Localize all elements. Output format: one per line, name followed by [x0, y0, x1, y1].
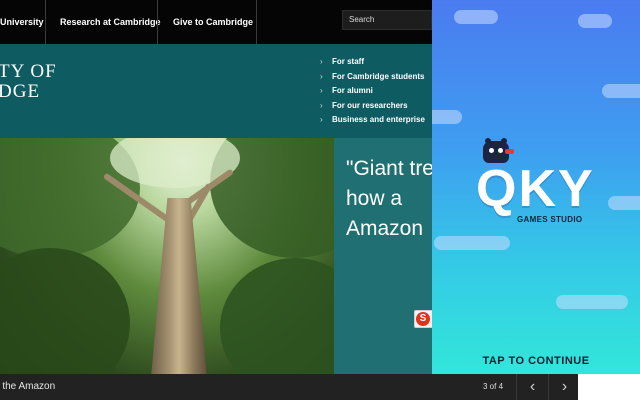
search-input[interactable]: Search	[342, 10, 432, 30]
next-slide-button[interactable]: ›	[548, 374, 580, 400]
chevron-right-icon: ›	[320, 86, 323, 96]
quote-line: Amazon	[346, 217, 424, 240]
tap-to-continue-button[interactable]: TAP TO CONTINUE	[432, 355, 640, 367]
nav-university[interactable]: University	[0, 0, 44, 44]
cloud-shape	[556, 295, 628, 309]
cloud-shape	[608, 196, 640, 210]
mascot-eye	[498, 148, 503, 153]
quick-link-label: For our researchers	[332, 100, 408, 110]
quick-link-label: For alumni	[332, 86, 373, 96]
chevron-right-icon: ›	[320, 57, 323, 66]
quick-link-label: Business and enterprise	[332, 115, 425, 125]
cloud-shape	[578, 14, 612, 28]
tree-trunk	[150, 198, 208, 374]
cloud-shape	[602, 84, 640, 98]
mascot-headband	[505, 149, 514, 154]
top-navigation: University Research at Cambridge Give to…	[0, 0, 432, 44]
mascot-ear	[485, 138, 491, 144]
cloud-shape	[454, 10, 498, 24]
slide-counter: 3 of 4	[483, 382, 504, 391]
game-logo: QKY	[476, 160, 595, 218]
mascot-ear	[501, 138, 507, 144]
nav-divider	[256, 0, 257, 44]
mascot-eye	[489, 148, 494, 153]
nav-give-to-cambridge[interactable]: Give to Cambridge	[173, 0, 253, 44]
cloud-shape	[432, 110, 462, 124]
quick-link-for-researchers[interactable]: › For our researchers	[320, 99, 425, 114]
canopy-foliage	[0, 248, 130, 374]
chevron-right-icon: ›	[320, 115, 323, 125]
quick-link-for-alumni[interactable]: › For alumni	[320, 84, 425, 99]
quote-line: "Giant tre	[346, 157, 432, 180]
quick-link-for-staff[interactable]: › For staff	[320, 55, 425, 70]
previous-slide-button[interactable]: ‹	[516, 374, 548, 400]
hero-quote[interactable]: "Giant tre how a Amazon	[346, 154, 432, 244]
canopy-foliage	[220, 258, 334, 374]
sogou-s-icon[interactable]: S	[416, 312, 430, 326]
nav-divider	[45, 0, 46, 44]
nav-research-at-cambridge[interactable]: Research at Cambridge	[60, 0, 161, 44]
slide-caption-bar: n the Amazon 3 of 4 ‹ ›	[0, 374, 640, 400]
cloud-shape	[434, 236, 510, 250]
nav-divider	[157, 0, 158, 44]
chevron-right-icon: ›	[320, 100, 323, 110]
logo-line: DGE	[0, 81, 41, 102]
quote-line: how a	[346, 187, 403, 210]
blank-area	[578, 374, 640, 400]
quick-link-label: For staff	[332, 57, 364, 66]
logo-line: TY OF	[0, 61, 57, 82]
university-website: University Research at Cambridge Give to…	[0, 0, 432, 400]
university-logo[interactable]: TY OF DGE	[0, 62, 57, 102]
studio-label: GAMES STUDIO	[517, 215, 583, 224]
quick-link-business-enterprise[interactable]: › Business and enterprise	[320, 113, 425, 128]
game-splash-screen[interactable]: QKY GAMES STUDIO TAP TO CONTINUE	[432, 0, 640, 374]
quick-link-label: For Cambridge students	[332, 71, 425, 81]
chevron-right-icon: ›	[561, 378, 568, 395]
quick-link-for-students[interactable]: › For Cambridge students	[320, 70, 425, 85]
quick-links: › For staff › For Cambridge students › For …	[320, 55, 425, 128]
hero-image-tree[interactable]	[0, 138, 334, 374]
chevron-right-icon: ›	[320, 71, 323, 81]
chevron-left-icon: ‹	[529, 378, 536, 395]
slide-caption[interactable]: n the Amazon	[0, 374, 55, 400]
